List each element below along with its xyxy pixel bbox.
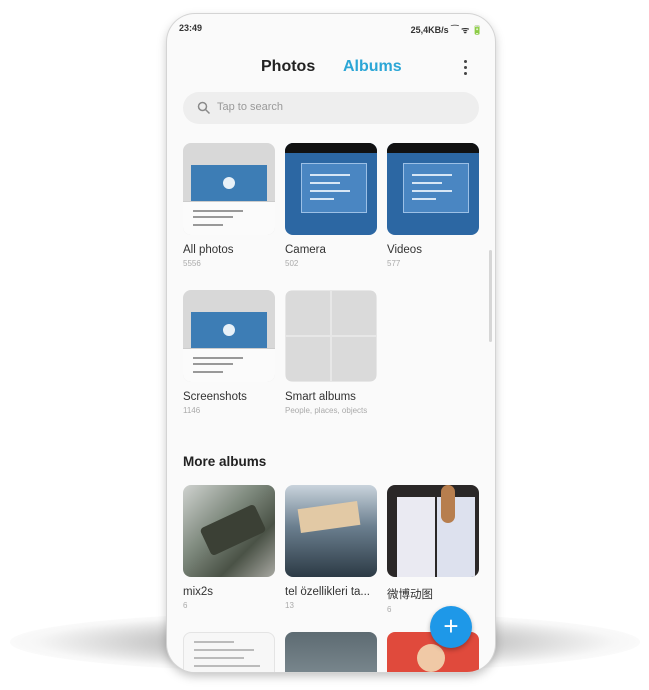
album-title: tel özellikleri ta... [285, 586, 371, 598]
album-thumbnail [387, 143, 479, 235]
album-subtitle: People, places, objects [285, 406, 368, 415]
album-thumbnail [285, 632, 377, 672]
album-videos[interactable]: Videos 577 [387, 143, 479, 268]
album-mix2s[interactable]: mix2s 6 [183, 485, 275, 610]
album-title: Camera [285, 244, 326, 256]
album-smart-albums[interactable]: Smart albums People, places, objects [285, 290, 377, 415]
scrollbar[interactable] [489, 250, 492, 342]
album-thumbnail [183, 485, 275, 577]
tab-photos[interactable]: Photos [261, 58, 315, 76]
album-camera[interactable]: Camera 502 [285, 143, 377, 268]
album-title: Smart albums [285, 391, 356, 403]
overflow-menu-icon[interactable] [460, 60, 470, 78]
phone-frame: 23:49 25,4KB/s ⁀ ᯤ 🔋 Photos Albums Tap t… [167, 14, 495, 672]
more-albums-heading: More albums [183, 454, 267, 469]
album-count: 6 [183, 601, 188, 610]
album-title: Videos [387, 244, 422, 256]
add-album-button[interactable]: + [430, 606, 472, 648]
album-thumbnail [183, 632, 275, 672]
album-thumbnail [285, 290, 377, 382]
status-time: 23:49 [179, 23, 203, 33]
album-thumbnail [183, 143, 275, 235]
status-bar: 23:49 25,4KB/s ⁀ ᯤ 🔋 [167, 14, 495, 40]
album-weibo-gifs[interactable]: 微博动图 6 [387, 485, 479, 614]
album-title: All photos [183, 244, 234, 256]
album-screenshots[interactable]: Screenshots 1146 [183, 290, 275, 415]
album-thumbnail [183, 290, 275, 382]
album-thumbnail [285, 485, 377, 577]
album-partial-1[interactable] [183, 632, 275, 672]
add-icon: + [443, 611, 459, 641]
status-indicators: 25,4KB/s ⁀ ᯤ 🔋 [410, 25, 483, 35]
tab-bar: Photos Albums [167, 58, 495, 86]
search-icon [197, 101, 211, 115]
album-count: 5556 [183, 259, 201, 268]
album-title: mix2s [183, 586, 214, 598]
search-placeholder: Tap to search [217, 101, 284, 113]
search-bar[interactable]: Tap to search [183, 92, 479, 124]
album-tel-ozellikleri[interactable]: tel özellikleri ta... 13 [285, 485, 377, 610]
album-thumbnail [387, 485, 479, 577]
album-title: Screenshots [183, 391, 247, 403]
album-count: 577 [387, 259, 401, 268]
album-count: 1146 [183, 406, 201, 415]
album-partial-2[interactable] [285, 632, 377, 672]
album-count: 502 [285, 259, 299, 268]
album-count: 13 [285, 601, 294, 610]
album-thumbnail [285, 143, 377, 235]
tab-albums[interactable]: Albums [343, 58, 402, 76]
album-all-photos[interactable]: All photos 5556 [183, 143, 275, 268]
album-title: 微博动图 [387, 589, 433, 601]
